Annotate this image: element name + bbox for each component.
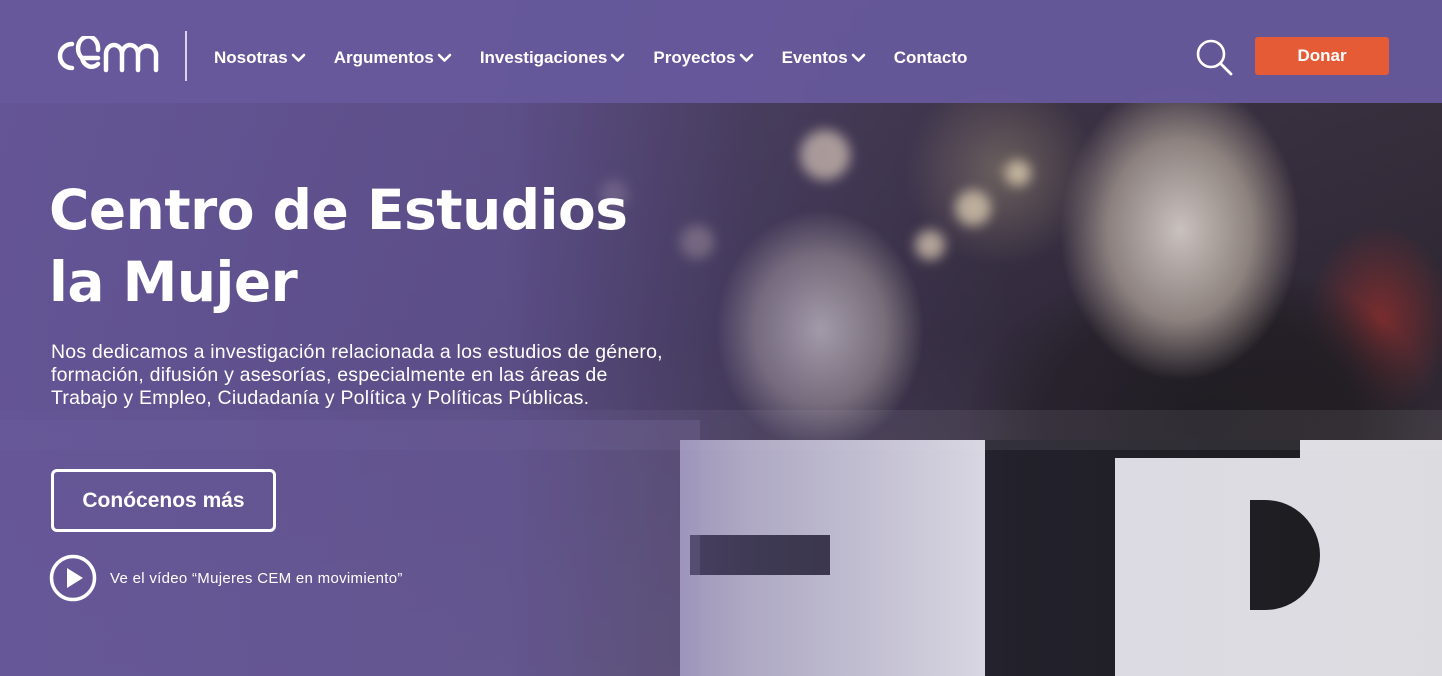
cem-logo[interactable]: cem xyxy=(52,36,160,76)
chevron-down-icon xyxy=(851,53,866,63)
video-link[interactable]: Ve el vídeo “Mujeres CEM en movimiento” xyxy=(49,554,403,602)
nav-label: Eventos xyxy=(781,48,848,67)
nav-label: Investigaciones xyxy=(479,48,608,67)
nav-label: Proyectos xyxy=(653,48,736,67)
chevron-down-icon xyxy=(739,53,754,63)
main-nav: Nosotras Argumentos Investigaciones Proy… xyxy=(214,44,995,72)
site-header: cem Nosotras Argumentos Investigaciones … xyxy=(0,0,1442,103)
hero-title-line-2: la Mujer xyxy=(49,250,298,314)
nav-item-eventos[interactable]: Eventos xyxy=(782,48,866,68)
nav-label: Contacto xyxy=(893,48,968,67)
search-button[interactable] xyxy=(1194,37,1234,77)
nav-label: Nosotras xyxy=(214,48,288,67)
play-circle-icon[interactable] xyxy=(49,554,97,602)
nav-item-nosotras[interactable]: Nosotras xyxy=(214,48,306,68)
hero-description: Nos dedicamos a investigación relacionad… xyxy=(51,341,663,409)
nav-label: Argumentos xyxy=(333,48,434,67)
chevron-down-icon xyxy=(610,53,625,63)
hero-title: Centro de Estudios la Mujer xyxy=(49,174,689,318)
search-icon xyxy=(1196,39,1233,76)
header-divider xyxy=(185,31,187,81)
video-label[interactable]: Ve el vídeo “Mujeres CEM en movimiento” xyxy=(110,570,403,587)
chevron-down-icon xyxy=(291,53,306,63)
nav-item-investigaciones[interactable]: Investigaciones xyxy=(480,48,626,68)
cem-logo-icon xyxy=(57,36,159,73)
nav-item-proyectos[interactable]: Proyectos xyxy=(653,48,753,68)
nav-item-argumentos[interactable]: Argumentos xyxy=(334,48,452,68)
donate-button[interactable]: Donar xyxy=(1255,37,1389,75)
chevron-down-icon xyxy=(437,53,452,63)
hero-title-line-1: Centro de Estudios xyxy=(49,178,628,242)
about-us-button[interactable]: Conócenos más xyxy=(51,469,276,532)
nav-item-contacto[interactable]: Contacto xyxy=(894,48,968,68)
